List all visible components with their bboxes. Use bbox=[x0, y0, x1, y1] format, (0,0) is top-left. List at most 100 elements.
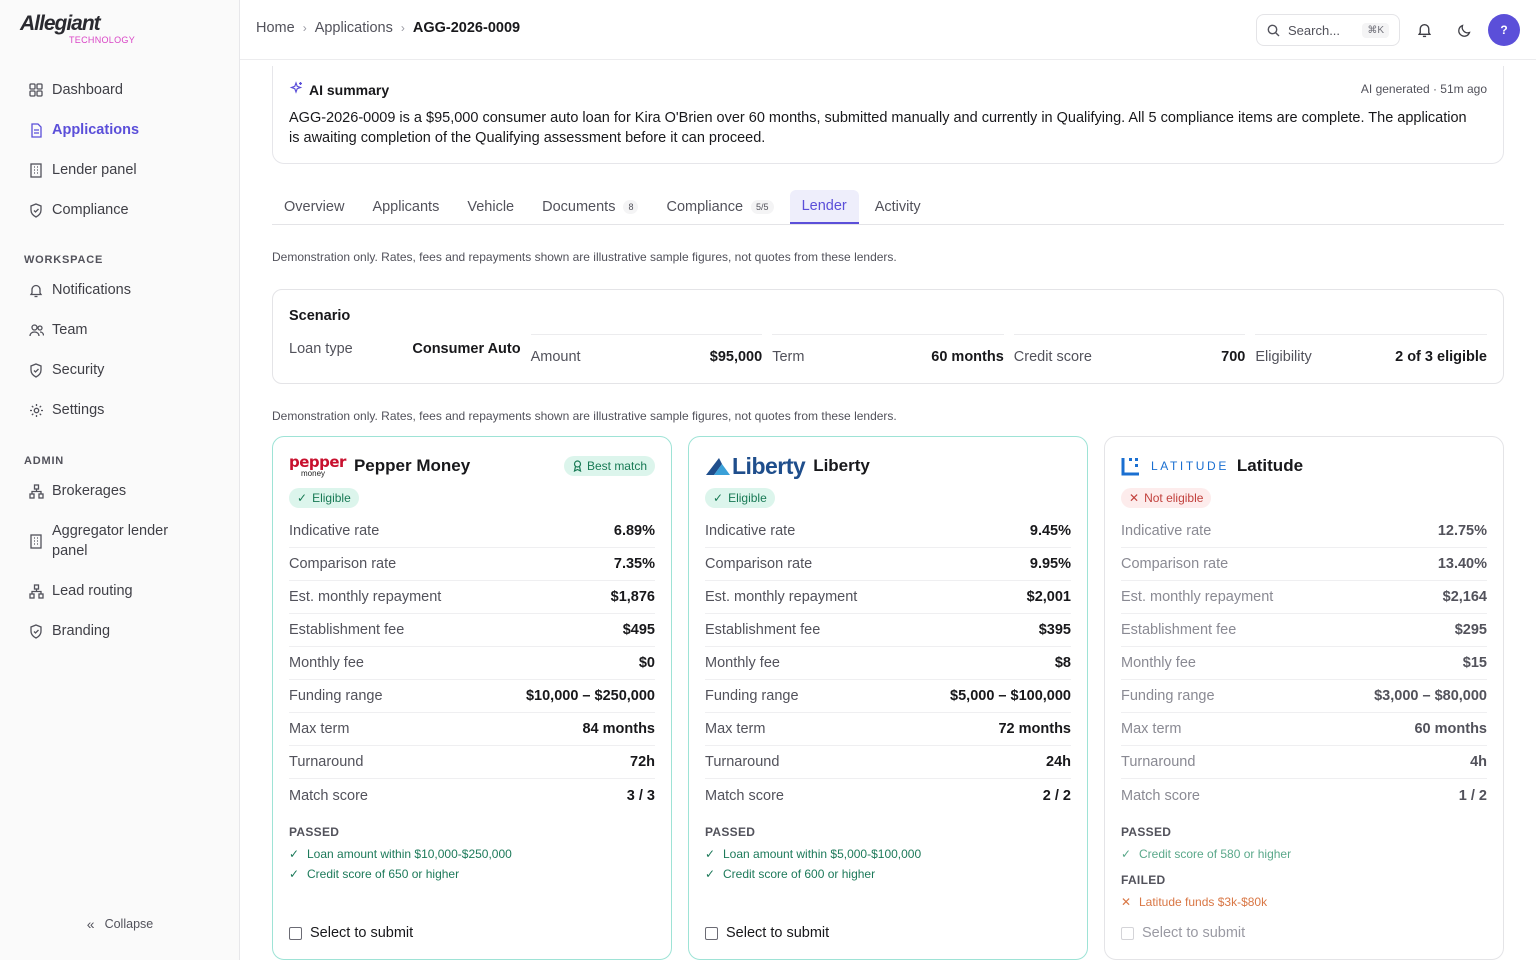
field-value: $95,000 bbox=[709, 349, 763, 365]
metric-label: Turnaround bbox=[289, 754, 364, 770]
scenario-field-amount: Amount $95,000 bbox=[530, 334, 763, 366]
metric-row: Funding range $3,000 – $80,000 bbox=[1121, 680, 1487, 713]
metric-value: 72 months bbox=[998, 721, 1071, 737]
moon-icon[interactable] bbox=[1454, 20, 1474, 40]
status-badge: ✓ Eligible bbox=[705, 488, 775, 508]
criteria-text: Latitude funds $3k-$80k bbox=[1139, 895, 1268, 909]
metric-value: 1 / 2 bbox=[1458, 787, 1487, 804]
status-label: Eligible bbox=[312, 491, 351, 505]
field-value: 60 months bbox=[931, 349, 1004, 365]
lender-metrics: Indicative rate 12.75% Comparison rate 13.… bbox=[1121, 515, 1487, 812]
metric-value: 4h bbox=[1470, 754, 1487, 770]
check-icon: ✓ bbox=[705, 847, 716, 861]
metric-value: 72h bbox=[630, 754, 655, 770]
metric-label: Monthly fee bbox=[1121, 655, 1196, 671]
criteria-item: ✓ Credit score of 650 or higher bbox=[289, 864, 655, 884]
sidebar-item-compliance[interactable]: Compliance bbox=[16, 190, 224, 230]
file-icon bbox=[28, 122, 44, 138]
metric-row: Monthly fee $8 bbox=[705, 647, 1071, 680]
latitude-mark-icon bbox=[1121, 458, 1139, 476]
metric-row: Turnaround 24h bbox=[705, 746, 1071, 779]
status-badge: ✕ Not eligible bbox=[1121, 488, 1212, 508]
metric-row: Max term 84 months bbox=[289, 713, 655, 746]
sidebar-item-applications[interactable]: Applications bbox=[16, 110, 224, 150]
logo-sub: money bbox=[301, 468, 326, 478]
select-to-submit-checkbox[interactable]: Select to submit bbox=[705, 925, 829, 941]
check-icon: ✓ bbox=[289, 847, 300, 861]
sidebar-item-security[interactable]: Security bbox=[16, 350, 224, 390]
best-match-label: Best match bbox=[586, 459, 647, 473]
sidebar-item-label: Branding bbox=[52, 623, 111, 639]
sidebar-item-settings[interactable]: Settings bbox=[16, 390, 224, 430]
search-input[interactable]: Search... ⌘K bbox=[1256, 14, 1400, 46]
sidebar-item-brokerages[interactable]: Brokerages bbox=[16, 471, 224, 511]
x-icon: ✕ bbox=[1121, 895, 1132, 909]
tab-label: Vehicle bbox=[467, 199, 515, 215]
status-badge: ✓ Eligible bbox=[289, 488, 359, 508]
metric-value: $3,000 – $80,000 bbox=[1374, 688, 1487, 704]
criteria-failed: FAILED ✕ Latitude funds $3k-$80k bbox=[1121, 873, 1487, 912]
sidebar-item-label: Team bbox=[52, 322, 88, 338]
sidebar-item-label: Aggregator lender panel bbox=[52, 523, 169, 559]
breadcrumb-home[interactable]: Home bbox=[256, 20, 295, 36]
sidebar-item-branding[interactable]: Branding bbox=[16, 611, 224, 651]
tab-applicants[interactable]: Applicants bbox=[360, 190, 451, 224]
checkbox[interactable] bbox=[705, 926, 718, 940]
breadcrumb-applications[interactable]: Applications bbox=[315, 20, 393, 36]
metric-row: Comparison rate 9.95% bbox=[705, 548, 1071, 581]
criteria-text: Credit score of 580 or higher bbox=[1139, 847, 1292, 861]
sidebar-item-aggregator-lender-panel[interactable]: Aggregator lender panel bbox=[16, 511, 224, 571]
criteria-item: ✓ Credit score of 580 or higher bbox=[1121, 844, 1487, 864]
metric-label: Comparison rate bbox=[289, 556, 397, 572]
tab-vehicle[interactable]: Vehicle bbox=[455, 190, 526, 224]
network-icon bbox=[28, 483, 44, 499]
criteria-passed: PASSED ✓ Credit score of 580 or higher bbox=[1121, 825, 1487, 864]
scenario-fields: Loan type Consumer Auto Amount $95,000 Ter… bbox=[289, 334, 1487, 366]
metric-row: Indicative rate 12.75% bbox=[1121, 515, 1487, 548]
scenario-card: Scenario Loan type Consumer Auto Amount $9… bbox=[272, 289, 1504, 384]
avatar[interactable]: ? bbox=[1488, 14, 1520, 46]
sidebar-item-lender-panel[interactable]: Lender panel bbox=[16, 150, 224, 190]
metric-label: Match score bbox=[289, 787, 368, 804]
sidebar-item-label: Lender panel bbox=[52, 162, 137, 178]
metric-label: Monthly fee bbox=[289, 655, 364, 671]
criteria-passed: PASSED ✓ Loan amount within $5,000-$100,0… bbox=[705, 825, 1071, 884]
bell-icon[interactable] bbox=[1414, 20, 1434, 40]
metric-row: Comparison rate 13.40% bbox=[1121, 548, 1487, 581]
network-icon bbox=[28, 583, 44, 599]
sidebar-item-team[interactable]: Team bbox=[16, 310, 224, 350]
sidebar-item-dashboard[interactable]: Dashboard bbox=[16, 70, 224, 110]
check-icon: ✓ bbox=[713, 491, 724, 505]
brand-logo[interactable]: Allegiant TECHNOLOGY bbox=[20, 12, 150, 48]
criteria-passed: PASSED ✓ Loan amount within $10,000-$250,… bbox=[289, 825, 655, 884]
logo-text: LATITUDE bbox=[1151, 459, 1229, 473]
select-label: Select to submit bbox=[1142, 925, 1246, 941]
tab-compliance[interactable]: Compliance 5/5 bbox=[654, 190, 785, 224]
tab-documents[interactable]: Documents 8 bbox=[530, 190, 650, 224]
lender-name: Liberty bbox=[813, 456, 870, 475]
sidebar-item-lead-routing[interactable]: Lead routing bbox=[16, 571, 224, 611]
tab-activity[interactable]: Activity bbox=[863, 190, 933, 224]
checkbox[interactable] bbox=[289, 926, 302, 940]
metric-label: Max term bbox=[1121, 721, 1182, 737]
select-to-submit-checkbox[interactable]: Select to submit bbox=[289, 925, 413, 941]
check-icon: ✓ bbox=[297, 491, 308, 505]
sidebar-item-label: Security bbox=[52, 362, 105, 378]
collapse-label: Collapse bbox=[104, 917, 154, 931]
metric-value: $8 bbox=[1054, 655, 1071, 671]
grid-icon bbox=[28, 82, 44, 98]
metric-row: Establishment fee $395 bbox=[705, 614, 1071, 647]
metric-row: Est. monthly repayment $1,876 bbox=[289, 581, 655, 614]
sidebar-item-notifications[interactable]: Notifications bbox=[16, 270, 224, 310]
metric-label: Match score bbox=[1121, 787, 1200, 804]
status-label: Not eligible bbox=[1144, 491, 1204, 505]
search-icon bbox=[1267, 24, 1280, 37]
ai-summary-title: AI summary bbox=[289, 81, 389, 98]
metric-label: Est. monthly repayment bbox=[705, 589, 858, 605]
collapse-button[interactable]: « Collapse bbox=[0, 916, 240, 932]
search-shortcut: ⌘K bbox=[1362, 22, 1389, 38]
field-value: Consumer Auto bbox=[412, 340, 521, 357]
tab-lender[interactable]: Lender bbox=[789, 190, 859, 224]
metric-label: Establishment fee bbox=[289, 622, 405, 638]
tab-overview[interactable]: Overview bbox=[272, 190, 356, 224]
